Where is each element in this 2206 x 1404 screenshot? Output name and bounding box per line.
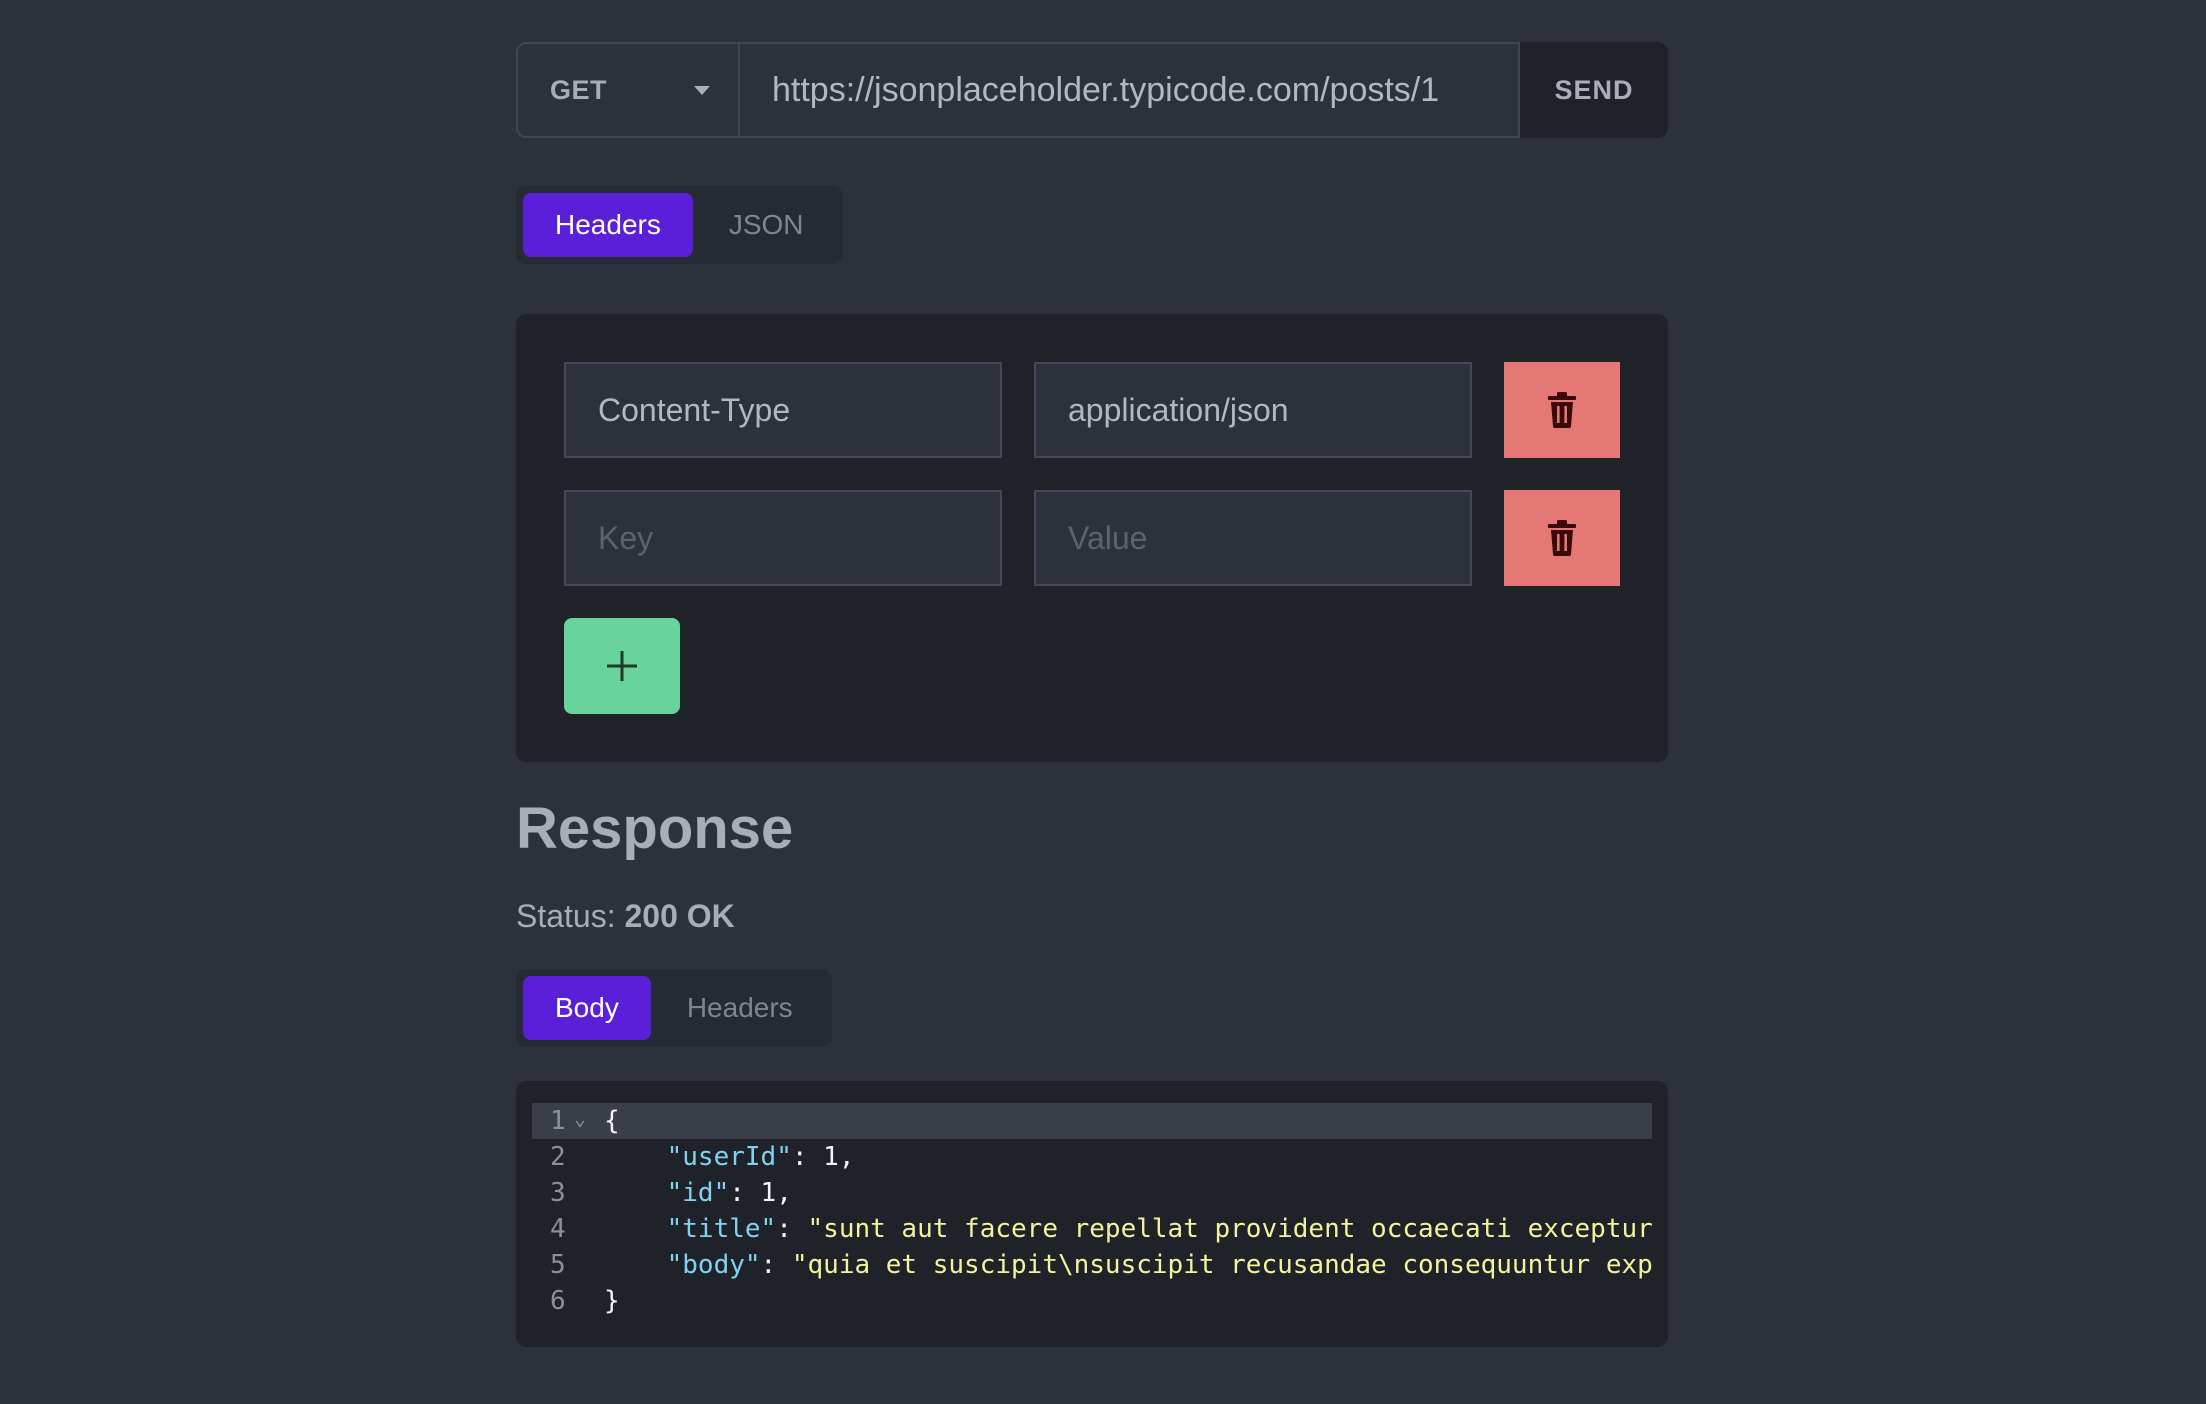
code-token: "sunt aut facere repellat provident occa… bbox=[807, 1214, 1652, 1244]
code-line: 2 "userId": 1, bbox=[532, 1139, 1652, 1175]
response-title: Response bbox=[516, 796, 794, 861]
plus-icon bbox=[607, 651, 637, 681]
line-number: 6 bbox=[550, 1286, 566, 1316]
code-lines: 1 ⌄{2 "userId": 1, 3 "id": 1, 4 "title": "s… bbox=[532, 1103, 1652, 1319]
code-token: : bbox=[760, 1250, 792, 1280]
code-line: 5 "body": "quia et suscipit\nsuscipit re… bbox=[532, 1247, 1652, 1283]
header-value-input[interactable] bbox=[1034, 490, 1472, 586]
line-number: 5 bbox=[550, 1250, 566, 1280]
request-tabs: Headers JSON bbox=[516, 186, 843, 264]
headers-panel bbox=[516, 314, 1668, 762]
code-token: "userId" bbox=[666, 1142, 792, 1172]
response-tabs: Body Headers bbox=[516, 969, 832, 1047]
line-number: 2 bbox=[550, 1142, 566, 1172]
line-number: 4 bbox=[550, 1214, 566, 1244]
delete-header-button[interactable] bbox=[1504, 490, 1620, 586]
tab-body[interactable]: Body bbox=[523, 976, 651, 1040]
code-text: "id": 1, bbox=[582, 1178, 792, 1208]
send-button[interactable]: SEND bbox=[1520, 42, 1668, 138]
code-text: "userId": 1, bbox=[582, 1142, 855, 1172]
code-token: "quia et suscipit\nsuscipit recusandae c… bbox=[791, 1250, 1652, 1280]
code-token: "id" bbox=[666, 1178, 730, 1208]
method-select[interactable]: GET bbox=[516, 42, 738, 138]
code-text: { bbox=[582, 1106, 620, 1136]
code-text: "body": "quia et suscipit\nsuscipit recu… bbox=[582, 1250, 1652, 1280]
tab-response-headers[interactable]: Headers bbox=[655, 976, 825, 1040]
code-token: { bbox=[604, 1106, 620, 1136]
line-number: 3 bbox=[550, 1178, 566, 1208]
method-value: GET bbox=[550, 74, 608, 105]
code-token: : 1, bbox=[791, 1142, 855, 1172]
header-key-input[interactable] bbox=[564, 490, 1002, 586]
tab-json[interactable]: JSON bbox=[697, 193, 836, 257]
line-number: 1 ⌄ bbox=[550, 1106, 587, 1136]
code-token: "body" bbox=[666, 1250, 761, 1280]
app-container: GET SEND Headers JSON bbox=[516, 42, 1668, 1347]
chevron-down-icon[interactable]: ⌄ bbox=[574, 1106, 586, 1130]
code-text: "title": "sunt aut facere repellat provi… bbox=[582, 1214, 1652, 1244]
header-row bbox=[564, 490, 1620, 586]
header-row bbox=[564, 362, 1620, 458]
request-bar: GET SEND bbox=[516, 42, 1668, 138]
code-text: } bbox=[582, 1286, 620, 1316]
caret-down-icon bbox=[694, 85, 710, 95]
add-header-button[interactable] bbox=[564, 618, 680, 714]
header-key-input[interactable] bbox=[564, 362, 1002, 458]
status-value: 200 OK bbox=[624, 898, 735, 934]
status-line: Status: 200 OK bbox=[516, 898, 1668, 935]
response-body-viewer[interactable]: 1 ⌄{2 "userId": 1, 3 "id": 1, 4 "title": "s… bbox=[516, 1081, 1668, 1347]
code-line: 1 ⌄ { bbox=[532, 1103, 1652, 1139]
status-label: Status: bbox=[516, 898, 616, 934]
delete-header-button[interactable] bbox=[1504, 362, 1620, 458]
code-line: 4 "title": "sunt aut facere repellat pro… bbox=[532, 1211, 1652, 1247]
code-token: "title" bbox=[666, 1214, 777, 1244]
trash-icon bbox=[1548, 392, 1576, 428]
code-line: 6} bbox=[532, 1283, 1652, 1319]
url-input[interactable] bbox=[738, 42, 1520, 138]
header-value-input[interactable] bbox=[1034, 362, 1472, 458]
code-line: 3 "id": 1, bbox=[532, 1175, 1652, 1211]
code-token: } bbox=[604, 1286, 620, 1316]
trash-icon bbox=[1548, 520, 1576, 556]
code-token: : bbox=[776, 1214, 808, 1244]
tab-headers[interactable]: Headers bbox=[523, 193, 693, 257]
code-token: : 1, bbox=[729, 1178, 792, 1208]
